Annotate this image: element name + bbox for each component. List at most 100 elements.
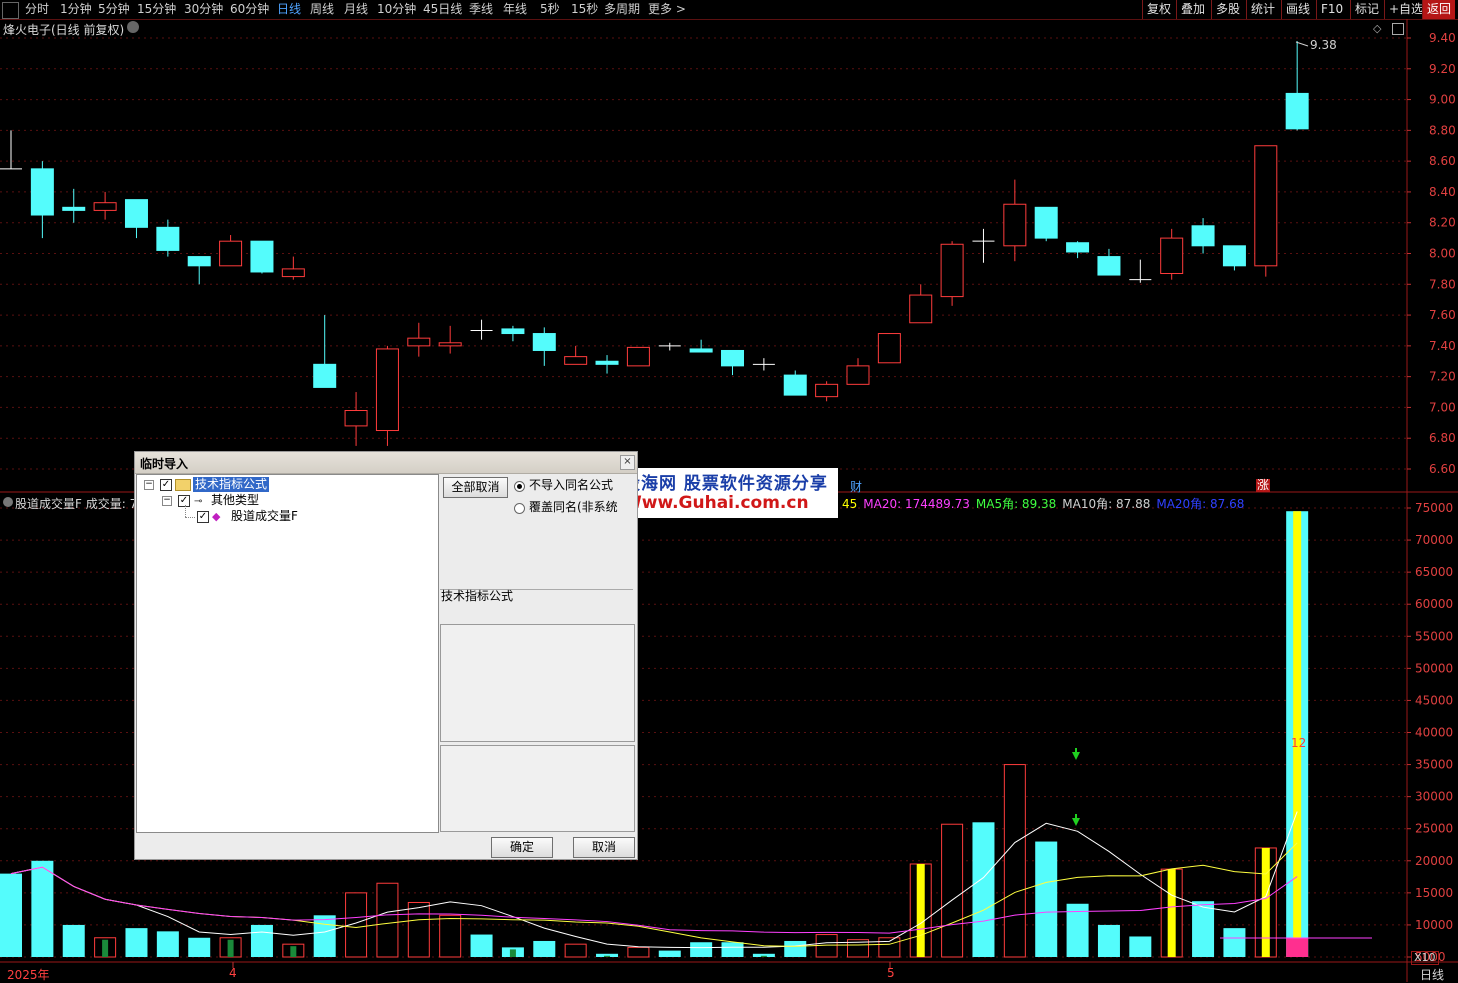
price-tick-label: 6.80 bbox=[1429, 431, 1456, 445]
volume-tick-label: 50000 bbox=[1415, 661, 1453, 675]
cai-marker[interactable]: 财 bbox=[850, 478, 862, 495]
volume-stripe-green bbox=[760, 955, 767, 957]
candle-body bbox=[438, 342, 462, 347]
volume-stripe-yellow bbox=[1167, 869, 1176, 957]
candle-body bbox=[30, 168, 54, 216]
candle-body bbox=[187, 256, 211, 267]
candle-body bbox=[532, 333, 556, 351]
volume-bar-label: 12 bbox=[1291, 736, 1307, 750]
volume-tick-label: 70000 bbox=[1415, 533, 1453, 547]
candle-body bbox=[1285, 92, 1309, 130]
volume-bar bbox=[1129, 936, 1152, 957]
price-tick-label: 8.80 bbox=[1429, 123, 1456, 137]
volume-tick-label: 35000 bbox=[1415, 758, 1453, 772]
volume-bar bbox=[533, 940, 556, 957]
price-tick-label: 7.80 bbox=[1429, 277, 1456, 291]
price-tick-label: 8.40 bbox=[1429, 185, 1456, 199]
volume-stripe-green bbox=[227, 939, 234, 957]
period-label: 日线 bbox=[1420, 968, 1445, 982]
volume-bar bbox=[250, 924, 273, 957]
volume-bar bbox=[188, 937, 211, 957]
tree-checkbox-child[interactable]: ✓ bbox=[178, 495, 190, 507]
candle-body bbox=[124, 199, 148, 228]
price-tick-label: 9.40 bbox=[1429, 31, 1456, 45]
price-tick-label: 7.40 bbox=[1429, 339, 1456, 353]
candle-body bbox=[595, 360, 619, 365]
volume-bar bbox=[627, 946, 650, 958]
key-icon: ⊸ bbox=[194, 496, 203, 507]
price-tick-label: 9.00 bbox=[1429, 93, 1456, 107]
volume-bar bbox=[878, 937, 901, 958]
volume-stripe-green bbox=[102, 939, 109, 957]
tree-checkbox-leaf[interactable]: ✓ bbox=[197, 511, 209, 523]
date-label-may: 5 bbox=[887, 966, 895, 980]
volume-tick-label: 60000 bbox=[1415, 597, 1453, 611]
candle-body bbox=[877, 333, 901, 364]
collapse-icon[interactable]: − bbox=[144, 480, 154, 490]
formula-tree[interactable]: − ✓ 技术指标公式 − ✓ ⊸ 其他类型 ✓ ◆ 股道成交量F bbox=[136, 474, 439, 833]
candle-body bbox=[909, 294, 933, 324]
date-label-year: 2025年 bbox=[7, 968, 50, 982]
window-icon[interactable] bbox=[1392, 23, 1404, 35]
indicator-value-3: MA10角: 87.88 bbox=[1062, 497, 1151, 511]
watermark-line1: 股海网 股票软件资源分享 bbox=[623, 474, 828, 494]
volume-bar bbox=[0, 873, 22, 957]
radio-overwrite-label[interactable]: 覆盖同名(非系统 bbox=[529, 500, 618, 515]
diamond-icon[interactable]: ◇ bbox=[1373, 22, 1381, 35]
cancel-button[interactable]: 取消 bbox=[573, 837, 635, 858]
indicator-value-2: MA5角: 89.38 bbox=[975, 497, 1057, 511]
zhang-marker[interactable]: 涨 bbox=[1256, 479, 1271, 492]
tree-checkbox-root[interactable]: ✓ bbox=[160, 479, 172, 491]
volume-bar bbox=[1223, 928, 1246, 957]
radio-skip-duplicates[interactable] bbox=[514, 481, 525, 492]
candle-body bbox=[815, 383, 839, 398]
indicator-values: 45 MA20: 174489.73 MA5角: 89.38 MA10角: 87.88… bbox=[842, 495, 1250, 512]
price-tick-label: 7.00 bbox=[1429, 400, 1456, 414]
ok-button[interactable]: 确定 bbox=[491, 837, 553, 858]
volume-bar bbox=[658, 950, 681, 957]
tree-node-root[interactable]: 技术指标公式 bbox=[193, 477, 270, 492]
collapse-icon[interactable]: − bbox=[162, 496, 172, 506]
volume-ma20-line bbox=[10, 866, 1298, 934]
price-tick-label: 9.20 bbox=[1429, 62, 1456, 76]
candle-body bbox=[940, 243, 964, 298]
volume-highlight bbox=[1286, 938, 1309, 957]
volume-tick-label: 15000 bbox=[1415, 886, 1453, 900]
volume-stripe-green bbox=[290, 946, 297, 957]
radio-skip-label[interactable]: 不导入同名公式 bbox=[529, 478, 613, 493]
price-tick-label: 8.20 bbox=[1429, 216, 1456, 230]
candle-body bbox=[846, 365, 870, 385]
candle-body bbox=[344, 410, 368, 427]
volume-stripe-green bbox=[604, 955, 611, 957]
radio-overwrite[interactable] bbox=[514, 503, 525, 514]
indicator-value-1: MA20: 174489.73 bbox=[863, 497, 970, 511]
close-icon[interactable]: × bbox=[620, 455, 635, 470]
chevron-down-icon[interactable] bbox=[127, 21, 139, 33]
volume-bar bbox=[721, 942, 744, 957]
volume-bar bbox=[941, 823, 964, 958]
volume-tick-label: 30000 bbox=[1415, 790, 1453, 804]
volume-bar bbox=[31, 860, 54, 957]
tree-node-child[interactable]: 其他类型 bbox=[211, 493, 259, 508]
indicator-value-0: 45 bbox=[842, 497, 858, 511]
candle-body bbox=[1160, 237, 1184, 275]
volume-bar bbox=[784, 940, 807, 957]
tree-node-leaf[interactable]: 股道成交量F bbox=[231, 509, 298, 524]
volume-bar bbox=[1097, 924, 1120, 957]
folder-icon bbox=[175, 479, 191, 491]
volume-stripe-yellow bbox=[916, 863, 925, 957]
volume-stripe-green bbox=[509, 949, 516, 957]
candle-body bbox=[1034, 206, 1058, 239]
volume-bar bbox=[407, 901, 430, 958]
price-tick-label: 7.60 bbox=[1429, 308, 1456, 322]
volume-tick-label: 10000 bbox=[1415, 918, 1453, 932]
indicator-title: 股道成交量F 成交量: 7 bbox=[15, 497, 138, 511]
volume-tick-label: 65000 bbox=[1415, 565, 1453, 579]
detail-pane bbox=[440, 745, 635, 832]
volume-tick-label: 45000 bbox=[1415, 693, 1453, 707]
candle-body bbox=[1097, 256, 1121, 276]
price-tick-label: 6.60 bbox=[1429, 462, 1456, 476]
indicator-menu-icon[interactable] bbox=[3, 497, 13, 507]
deselect-all-button[interactable]: 全部取消 bbox=[443, 477, 508, 498]
watermark-line2: Www.Guhai.com.cn bbox=[623, 493, 809, 513]
